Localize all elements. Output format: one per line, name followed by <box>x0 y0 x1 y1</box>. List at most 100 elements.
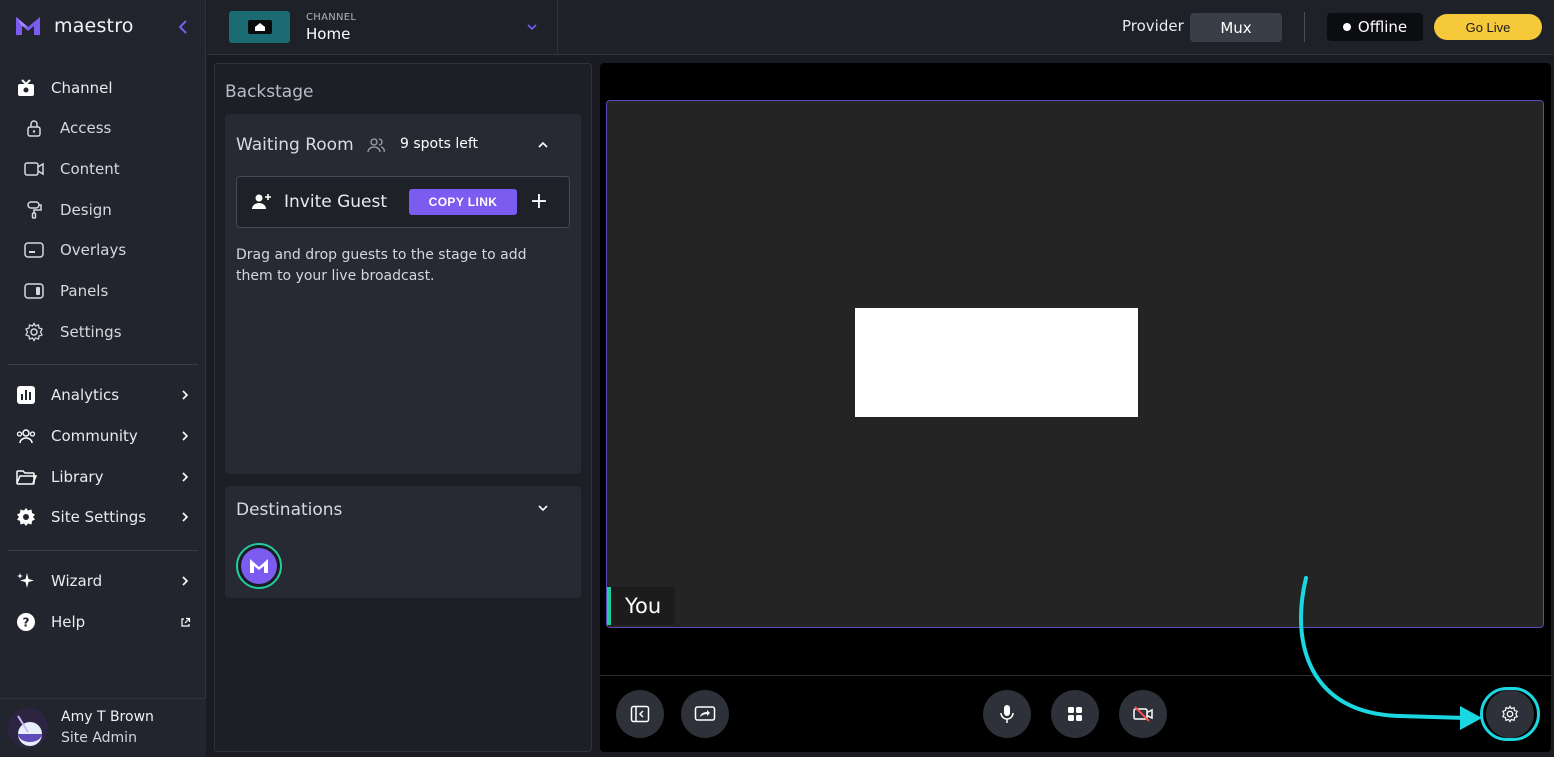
add-user-icon <box>252 194 271 209</box>
sidebar-item-label: Channel <box>51 79 113 97</box>
top-bar: CHANNEL Home Provider Mux Offline Go Liv… <box>207 0 1554 55</box>
provider-label: Provider <box>1122 17 1184 35</box>
user-profile[interactable]: Amy T Brown Site Admin <box>0 698 206 757</box>
channel-thumbnail <box>229 11 290 43</box>
microphone-button[interactable] <box>983 690 1031 738</box>
sidebar-item-community[interactable]: Community <box>0 418 206 454</box>
channel-kicker: CHANNEL <box>306 12 357 23</box>
sidebar-item-settings[interactable]: Settings <box>0 314 206 350</box>
sidebar-item-label: Community <box>51 427 138 445</box>
sidebar-item-library[interactable]: Library <box>0 459 206 495</box>
external-link-icon <box>178 615 192 629</box>
provider-select[interactable]: Mux <box>1190 13 1282 42</box>
camera-off-icon <box>1133 706 1153 722</box>
avatar <box>8 708 48 748</box>
paint-roller-icon <box>23 199 45 221</box>
video-placeholder <box>855 308 1138 417</box>
backstage-title: Backstage <box>225 82 314 102</box>
home-icon <box>247 20 272 34</box>
participant-name-tag: You <box>607 587 676 625</box>
toggle-backstage-button[interactable] <box>616 690 664 738</box>
chevron-right-icon <box>178 429 192 443</box>
sidebar-item-label: Site Settings <box>51 508 147 526</box>
channel-icon <box>15 77 37 99</box>
sidebar-item-panels[interactable]: Panels <box>0 273 206 309</box>
channel-selector[interactable]: CHANNEL Home <box>207 0 558 55</box>
chevron-right-icon <box>178 470 192 484</box>
users-icon <box>15 425 37 447</box>
sidebar-item-label: Library <box>51 468 104 486</box>
chevron-right-icon <box>178 510 192 524</box>
grid-icon <box>1068 707 1082 721</box>
destinations: Destinations <box>225 486 581 598</box>
user-role: Site Admin <box>61 730 137 746</box>
copy-link-button[interactable]: COPY LINK <box>409 189 517 215</box>
video-tile[interactable]: You <box>606 100 1544 628</box>
sparkle-icon <box>15 570 37 592</box>
microphone-icon <box>1000 705 1014 723</box>
question-circle-icon: ? <box>15 611 37 633</box>
sidebar-item-access[interactable]: Access <box>0 110 206 146</box>
chevron-down-icon[interactable] <box>536 501 550 515</box>
chevron-up-icon[interactable] <box>536 138 550 152</box>
camera-toggle-button[interactable] <box>1119 690 1167 738</box>
maestro-logo-icon <box>16 17 40 35</box>
svg-text:?: ? <box>23 616 30 630</box>
stage-controls <box>600 675 1551 752</box>
waiting-room-help: Drag and drop guests to the stage to add… <box>236 247 527 284</box>
sidebar-item-design[interactable]: Design <box>0 192 206 228</box>
gear-icon <box>23 321 45 343</box>
sidebar-item-label: Help <box>51 613 86 631</box>
status-badge: Offline <box>1327 13 1423 41</box>
sidebar-item-label: Design <box>60 201 112 219</box>
collapse-sidebar-button[interactable] <box>174 17 192 37</box>
cog-solid-icon <box>15 506 37 528</box>
waiting-room-title: Waiting Room <box>236 135 354 155</box>
sidebar-item-label: Access <box>60 119 112 137</box>
sidebar-item-help[interactable]: ? Help <box>0 604 206 640</box>
invite-guest-box: Invite Guest COPY LINK + <box>236 176 570 228</box>
sidebar-item-label: Settings <box>60 323 122 341</box>
folder-icon <box>15 466 37 488</box>
sidebar-item-overlays[interactable]: Overlays <box>0 232 206 268</box>
sidebar-divider <box>8 364 198 365</box>
share-screen-icon <box>694 706 716 721</box>
brand[interactable]: maestro <box>14 14 134 38</box>
user-name: Amy T Brown <box>61 709 154 725</box>
add-guest-button[interactable]: + <box>529 191 549 213</box>
waiting-room: Waiting Room 9 spots left Invite Guest C… <box>225 114 581 474</box>
sidebar-item-site-settings[interactable]: Site Settings <box>0 499 206 535</box>
sidebar: maestro Channel Access Content Design Ov… <box>0 0 206 757</box>
destination-maestro[interactable] <box>236 543 282 589</box>
sidebar-item-label: Overlays <box>60 241 127 259</box>
brand-name: maestro <box>54 15 134 37</box>
sidebar-item-content[interactable]: Content <box>0 151 206 187</box>
chevron-down-icon <box>527 24 537 31</box>
panel-icon <box>23 280 45 302</box>
channel-name: Home <box>306 25 351 43</box>
chevron-right-icon <box>178 574 192 588</box>
sidebar-item-channel[interactable]: Channel <box>0 70 206 106</box>
spots-left: 9 spots left <box>400 136 479 152</box>
sidebar-item-wizard[interactable]: Wizard <box>0 563 206 599</box>
bar-chart-icon <box>15 384 37 406</box>
sidebar-item-analytics[interactable]: Analytics <box>0 377 206 413</box>
destinations-title: Destinations <box>236 500 343 520</box>
layout-button[interactable] <box>1051 690 1099 738</box>
stage: You <box>600 63 1551 752</box>
maestro-logo-icon <box>241 548 277 584</box>
video-camera-icon <box>23 158 45 180</box>
topbar-divider <box>1304 12 1305 42</box>
sidebar-item-label: Wizard <box>51 572 103 590</box>
sidebar-divider <box>8 550 198 551</box>
backstage-panel: Backstage Waiting Room 9 spots left Invi… <box>214 63 592 752</box>
status-text: Offline <box>1357 18 1408 36</box>
sidebar-item-label: Analytics <box>51 386 120 404</box>
share-screen-button[interactable] <box>681 690 729 738</box>
users-icon <box>367 138 385 153</box>
overlay-icon <box>23 239 45 261</box>
sidebar-item-label: Panels <box>60 282 109 300</box>
chevron-left-icon <box>178 20 187 34</box>
lock-icon <box>23 117 45 139</box>
go-live-button[interactable]: Go Live <box>1434 14 1542 40</box>
